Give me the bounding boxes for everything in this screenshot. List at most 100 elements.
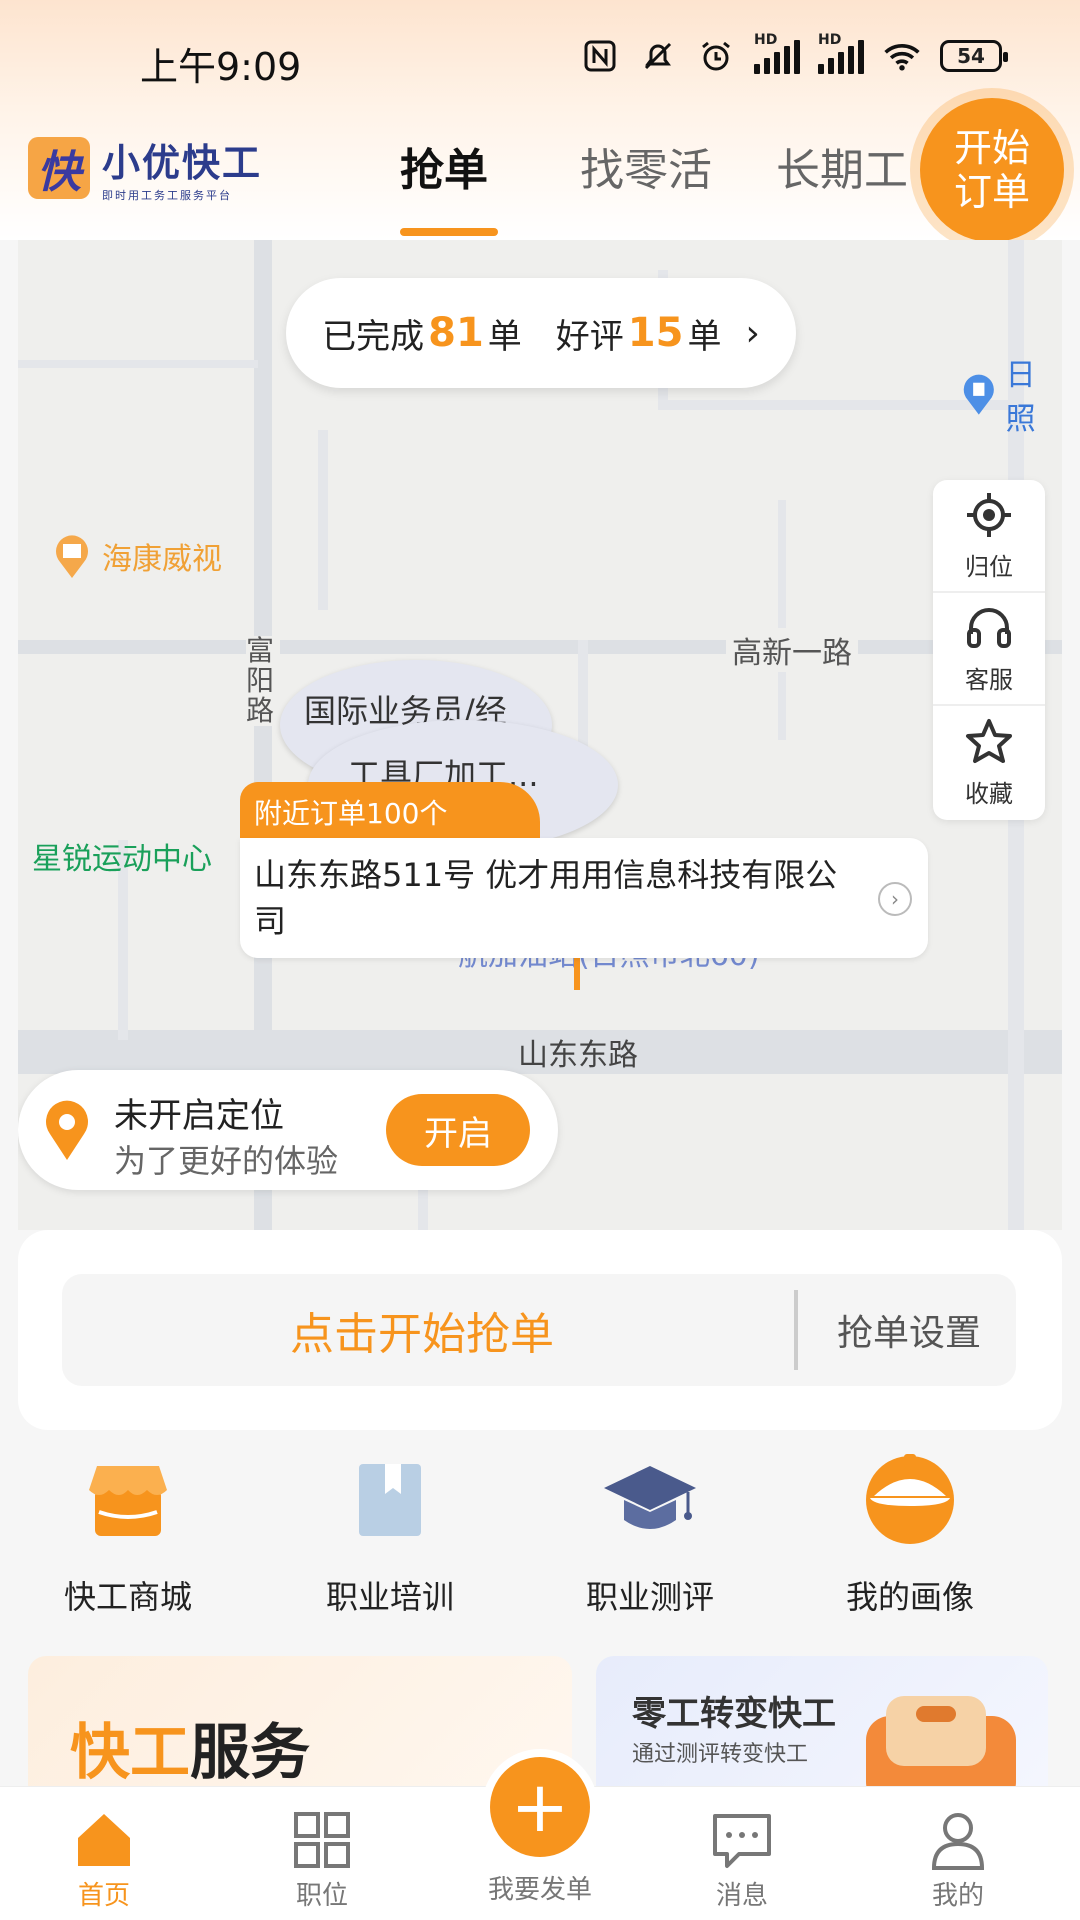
divider bbox=[794, 1290, 798, 1370]
poi-rizhao-label: 日照 bbox=[1005, 358, 1036, 437]
toolbag-icon bbox=[866, 1696, 1016, 1786]
location-subtitle: 为了更好的体验 bbox=[114, 1142, 339, 1180]
poi-rizhao[interactable]: 日照 bbox=[960, 350, 1062, 438]
post-order-label: 我要发单 bbox=[487, 1875, 592, 1905]
status-bar: 上午9:09 HD HD 54 bbox=[0, 0, 1080, 120]
home-icon bbox=[78, 1814, 130, 1866]
location-pin-icon bbox=[46, 1100, 88, 1160]
location-permission-card: 未开启定位 为了更好的体验 开启 bbox=[18, 1070, 558, 1190]
favorite-button[interactable]: 收藏 bbox=[933, 706, 1045, 819]
poi-haikang[interactable]: 海康威视 bbox=[52, 532, 222, 580]
building-pin-icon bbox=[963, 374, 994, 415]
graduation-cap-icon bbox=[604, 1466, 696, 1529]
tab-grab-order[interactable]: 抢单 bbox=[400, 134, 488, 198]
map-road bbox=[778, 500, 786, 740]
stats-good-label: 好评 bbox=[555, 316, 624, 357]
nav-home[interactable]: 首页 bbox=[34, 1805, 174, 1912]
start-grab-button[interactable]: 点击开始抢单 bbox=[62, 1274, 782, 1386]
nav-positions[interactable]: 职位 bbox=[252, 1805, 392, 1912]
stats-unit: 单 bbox=[687, 316, 722, 357]
order-stats-pill[interactable]: 已完成 81 单 好评 15 单 › bbox=[286, 278, 796, 388]
poi-xingrui[interactable]: 星锐运动中心 bbox=[18, 834, 212, 878]
status-time: 上午9:09 bbox=[140, 45, 302, 89]
chevron-right-icon: › bbox=[745, 312, 760, 354]
map-side-tools: 归位 客服 收藏 bbox=[933, 480, 1045, 820]
enable-location-button[interactable]: 开启 bbox=[386, 1094, 530, 1166]
status-icons: HD HD 54 bbox=[580, 32, 1008, 76]
nav-positions-label: 职位 bbox=[295, 1881, 348, 1911]
signal-hd-icon: HD bbox=[754, 32, 800, 76]
shortcut-grid: 快工商城 职业培训 职业测评 我的画像 bbox=[0, 1450, 1080, 1620]
logo-title: 小优快工 bbox=[102, 141, 263, 185]
chevron-right-icon[interactable]: › bbox=[878, 882, 912, 916]
map-road bbox=[318, 430, 328, 610]
shortcut-assessment-label: 职业测评 bbox=[585, 1578, 714, 1616]
stats-completed-label: 已完成 bbox=[322, 316, 425, 357]
message-icon bbox=[713, 1814, 771, 1868]
grab-order-panel: 点击开始抢单 抢单设置 bbox=[18, 1230, 1062, 1430]
shortcut-training[interactable]: 职业培训 bbox=[290, 1450, 490, 1618]
shop-pin-icon bbox=[56, 535, 88, 578]
plus-icon: + bbox=[510, 1766, 570, 1848]
grid-icon bbox=[294, 1812, 350, 1868]
shortcut-training-label: 职业培训 bbox=[325, 1578, 454, 1616]
helmet-icon bbox=[866, 1454, 954, 1544]
customer-service-button[interactable]: 客服 bbox=[933, 593, 1045, 706]
relocate-label: 归位 bbox=[965, 553, 1013, 581]
star-icon bbox=[966, 719, 1012, 763]
header: 快 小优快工 即时用工务工服务平台 抢单 找零活 长期工 bbox=[0, 120, 1080, 240]
nav-profile-label: 我的 bbox=[931, 1881, 984, 1911]
road-label-gaoxin: 高新一路 bbox=[726, 628, 858, 672]
locate-icon bbox=[967, 493, 1011, 537]
logo-subtitle: 即时用工务工服务平台 bbox=[102, 189, 232, 202]
shortcut-mall[interactable]: 快工商城 bbox=[28, 1450, 228, 1618]
customer-service-label: 客服 bbox=[965, 666, 1013, 694]
stats-good-count: 15 bbox=[627, 310, 684, 356]
promo-convert[interactable]: 零工转变快工 通过测评转变快工 bbox=[596, 1656, 1048, 1786]
logo-mark: 快 bbox=[28, 136, 90, 199]
shortcut-mall-label: 快工商城 bbox=[63, 1578, 192, 1616]
promo-quick-service[interactable]: 快工服务 bbox=[28, 1656, 572, 1786]
mute-bell-icon bbox=[638, 36, 678, 76]
promo-convert-subtitle: 通过测评转变快工 bbox=[632, 1742, 809, 1767]
nearby-orders-tag: 附近订单100个 bbox=[240, 782, 540, 838]
user-icon bbox=[931, 1813, 985, 1870]
tab-long-term[interactable]: 长期工 bbox=[776, 134, 908, 198]
battery-icon: 54 bbox=[940, 40, 1008, 72]
relocate-button[interactable]: 归位 bbox=[933, 480, 1045, 593]
road-label-shandong: 山东东路 bbox=[518, 1038, 638, 1073]
stats-completed-count: 81 bbox=[428, 310, 484, 356]
app-logo: 快 小优快工 即时用工务工服务平台 bbox=[28, 132, 262, 203]
nav-profile[interactable]: 我的 bbox=[888, 1805, 1028, 1912]
headset-icon bbox=[967, 608, 1011, 648]
map-road bbox=[18, 640, 1062, 654]
nfc-icon bbox=[580, 36, 620, 76]
tab-odd-jobs[interactable]: 找零活 bbox=[580, 134, 712, 198]
road-label-fuyang: 富阳路 bbox=[246, 636, 280, 726]
stats-unit: 单 bbox=[487, 316, 522, 357]
poi-haikang-label: 海康威视 bbox=[102, 542, 222, 577]
start-order-button[interactable]: 开始订单 bbox=[920, 98, 1064, 242]
nav-messages[interactable]: 消息 bbox=[672, 1805, 812, 1912]
favorite-label: 收藏 bbox=[965, 780, 1013, 808]
alarm-icon bbox=[696, 36, 736, 76]
nav-messages-label: 消息 bbox=[715, 1881, 768, 1911]
nav-home-label: 首页 bbox=[77, 1881, 130, 1911]
location-title: 未开启定位 bbox=[114, 1096, 284, 1136]
bottom-nav: 首页 职位 + 我要发单 消息 我的 bbox=[0, 1757, 1080, 1920]
shop-icon bbox=[89, 1466, 167, 1536]
shortcut-profile[interactable]: 我的画像 bbox=[810, 1450, 1010, 1618]
wifi-icon bbox=[882, 36, 922, 76]
post-order-button[interactable]: + bbox=[490, 1757, 590, 1857]
shortcut-assessment[interactable]: 职业测评 bbox=[550, 1450, 750, 1618]
map-road bbox=[18, 360, 258, 368]
grab-settings-button[interactable]: 抢单设置 bbox=[802, 1274, 1016, 1386]
address-card[interactable]: 山东东路511号 优才用用信息科技有限公司 › bbox=[240, 838, 928, 958]
book-icon bbox=[359, 1464, 421, 1536]
address-text: 山东东路511号 优才用用信息科技有限公司 bbox=[254, 856, 838, 940]
promo-convert-title: 零工转变快工 bbox=[632, 1694, 836, 1734]
active-tab-indicator bbox=[400, 228, 498, 236]
map-view[interactable]: 已完成 81 单 好评 15 单 › 海康威视 高新一路 富阳路 星锐运动中心 … bbox=[18, 240, 1062, 1230]
promo-quick-service-title: 快工服务 bbox=[70, 1718, 310, 1786]
signal-hd-icon: HD bbox=[818, 32, 864, 76]
